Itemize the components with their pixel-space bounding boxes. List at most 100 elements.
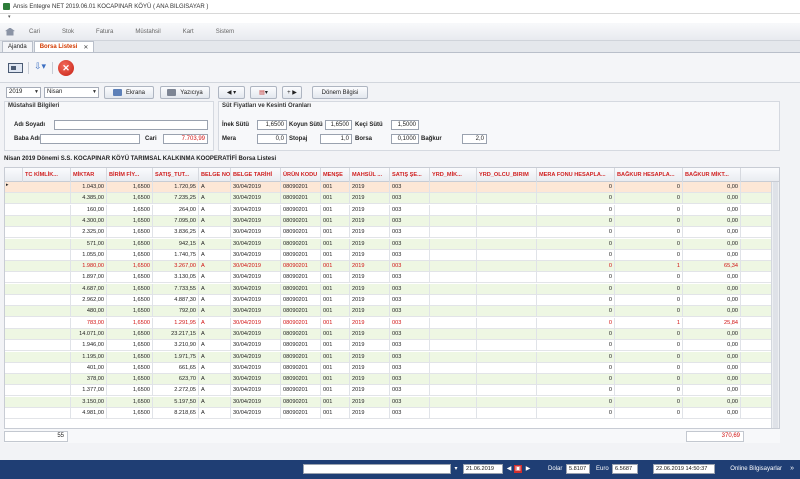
table-cell: 30/04/2019	[231, 215, 281, 227]
column-header[interactable]: MENŞE	[321, 168, 350, 182]
calendar-icon[interactable]: ▣	[514, 465, 522, 473]
next-date-icon[interactable]: ▶	[524, 465, 532, 473]
filter-bar: 2019 ▼ Nisan ▼ Ekrana Yazıcıya ◀ ▾ ▤ ▾ + ▶…	[0, 85, 800, 99]
table-row[interactable]: 160,00 1,6500 264,00 A 30/04/2019 08090201 001…	[5, 204, 773, 216]
column-header[interactable]: MİKTAR	[71, 168, 107, 182]
menu-stok[interactable]: Stok	[62, 29, 74, 35]
card-icon[interactable]	[8, 63, 23, 73]
table-row[interactable]: 2.962,00 1,6500 4.887,30 A 30/04/2019 0809020…	[5, 295, 773, 306]
table-row[interactable]: 401,00 1,6500 661,65 A 30/04/2019 08090201 001…	[5, 362, 773, 374]
column-header[interactable]: BAĞKUR MİKT...	[683, 168, 741, 182]
column-header[interactable]: YRD_MİK...	[430, 168, 477, 182]
scroll-thumb[interactable]	[773, 182, 778, 428]
koyun-sutu-field[interactable]: 1,6500	[325, 120, 352, 130]
table-row[interactable]: 783,00 1,6500 1.291,95 A 30/04/2019 08090201 0…	[5, 317, 773, 329]
column-header[interactable]: BAĞKUR HESAPLA...	[615, 168, 683, 182]
inek-sutu-field[interactable]: 1,6500	[257, 120, 287, 130]
table-cell: 08090201	[281, 340, 321, 352]
download-arrow-icon[interactable]: ⇩▾	[34, 61, 48, 75]
table-cell: 0	[537, 182, 615, 193]
table-row[interactable]: 480,00 1,6500 792,00 A 30/04/2019 08090201 001…	[5, 306, 773, 318]
status-date-field[interactable]: 21.06.2019	[463, 464, 503, 474]
close-icon[interactable]: ✕	[58, 60, 74, 76]
table-row[interactable]: 1.377,00 1,6500 2.272,05 A 30/04/2019 0809020…	[5, 385, 773, 397]
column-header[interactable]: MERA FONU HESAPLA...	[537, 168, 615, 182]
ekrana-button[interactable]: Ekrana	[104, 86, 154, 99]
tab-ajanda[interactable]: Ajanda	[2, 41, 33, 52]
column-header[interactable]: SATIŞ ŞE...	[390, 168, 430, 182]
home-icon[interactable]	[5, 27, 15, 36]
month-select[interactable]: Nisan ▼	[44, 87, 99, 98]
column-header[interactable]: BELGE NO	[199, 168, 231, 182]
column-header[interactable]: MAHSÜL ...	[350, 168, 390, 182]
table-row[interactable]: 3.150,00 1,6500 5.197,50 A 30/04/2019 0809020…	[5, 396, 773, 408]
online-computers[interactable]: Online Bilgisayarlar	[730, 466, 782, 472]
table-cell: 2019	[350, 295, 390, 306]
menu-sistem[interactable]: Sistem	[216, 29, 234, 35]
table-cell: 4.687,00	[71, 283, 107, 295]
table-row[interactable]: 1.195,00 1,6500 1.971,75 A 30/04/2019 0809020…	[5, 351, 773, 363]
tab-borsa-listesi[interactable]: Borsa Listesi ✕	[33, 41, 95, 52]
borsa-field[interactable]: 0,1000	[391, 134, 419, 144]
column-header[interactable]: BİRİM FİY...	[107, 168, 153, 182]
table-row[interactable]: 1.897,00 1,6500 3.130,05 A 30/04/2019 0809020…	[5, 272, 773, 284]
table-cell: 942,15	[153, 238, 199, 250]
prev-button[interactable]: ◀ ▾	[218, 86, 245, 99]
table-row[interactable]: 2.325,00 1,6500 3.836,25 A 30/04/2019 0809020…	[5, 227, 773, 239]
table-cell: 0	[615, 272, 683, 284]
stopaj-field[interactable]: 1,0	[320, 134, 352, 144]
table-row[interactable]: 14.071,00 1,6500 23.217,15 A 30/04/2019 08090…	[5, 328, 773, 340]
prev-date-icon[interactable]: ◀	[505, 465, 513, 473]
table-row[interactable]: 4.300,00 1,6500 7.095,00 A 30/04/2019 0809020…	[5, 215, 773, 227]
year-select[interactable]: 2019 ▼	[6, 87, 41, 98]
table-cell: 30/04/2019	[231, 182, 281, 193]
table-cell: A	[199, 204, 231, 216]
table-cell: 30/04/2019	[231, 238, 281, 250]
adi-soyadi-field[interactable]	[54, 120, 208, 130]
calendar-button[interactable]: ▤ ▾	[250, 86, 277, 99]
status-search-field[interactable]	[303, 464, 451, 474]
close-tab-icon[interactable]: ✕	[83, 44, 88, 51]
vertical-scrollbar[interactable]	[771, 182, 779, 428]
table-row[interactable]: 1.946,00 1,6500 3.210,90 A 30/04/2019 0809020…	[5, 340, 773, 352]
yaziciya-button[interactable]: Yazıcıya	[160, 86, 210, 99]
column-header[interactable]: YRD_OLCU_BIRIM	[477, 168, 537, 182]
menu-kart[interactable]: Kart	[183, 29, 194, 35]
table-row[interactable]: 4.687,00 1,6500 7.733,55 A 30/04/2019 0809020…	[5, 283, 773, 295]
cari-field[interactable]: 7.703,99	[163, 134, 208, 144]
bagkur-field[interactable]: 2,0	[462, 134, 487, 144]
table-cell	[477, 328, 537, 340]
keci-sutu-field[interactable]: 1,5000	[391, 120, 419, 130]
table-cell: 0	[615, 351, 683, 363]
table-cell: 0,00	[683, 193, 741, 205]
column-header[interactable]: BELGE TARİHİ	[231, 168, 281, 182]
table-cell: 0	[615, 249, 683, 261]
borsa-grid[interactable]: TC KİMLİK... MİKTAR BİRİM FİY... SATIŞ_TUT.…	[4, 167, 780, 429]
table-row[interactable]: ▸ 1.043,00 1,6500 1.720,95 A 30/04/2019 080902…	[5, 182, 773, 193]
table-cell: 1,6500	[107, 328, 153, 340]
quick-access-toolbar[interactable]: ▾	[0, 14, 800, 23]
table-row[interactable]: 378,00 1,6500 623,70 A 30/04/2019 08090201 001…	[5, 374, 773, 386]
menu-fatura[interactable]: Fatura	[96, 29, 113, 35]
table-row[interactable]: 4.981,00 1,6500 8.218,65 A 30/04/2019 0809020…	[5, 408, 773, 419]
table-row[interactable]: 1.055,00 1,6500 1.740,75 A 30/04/2019 0809020…	[5, 249, 773, 261]
table-cell: 08090201	[281, 204, 321, 216]
table-cell: 001	[321, 283, 350, 295]
next-button[interactable]: + ▶	[282, 86, 302, 99]
column-header[interactable]: SATIŞ_TUT...	[153, 168, 199, 182]
table-row[interactable]: 4.385,00 1,6500 7.235,25 A 30/04/2019 0809020…	[5, 193, 773, 205]
baba-adi-field[interactable]	[40, 134, 140, 144]
menu-mustahsil[interactable]: Müstahsil	[135, 29, 160, 35]
table-row[interactable]: 1.980,00 1,6500 3.267,00 A 30/04/2019 0809020…	[5, 261, 773, 273]
chevron-down-icon[interactable]: ▾	[452, 465, 460, 473]
chevron-right-icon[interactable]: »	[790, 465, 794, 472]
table-cell: 08090201	[281, 351, 321, 363]
column-header[interactable]: TC KİMLİK...	[23, 168, 71, 182]
table-cell: 2019	[350, 340, 390, 352]
table-cell: 0	[537, 261, 615, 273]
table-row[interactable]: 571,00 1,6500 942,15 A 30/04/2019 08090201 001…	[5, 238, 773, 250]
mera-field[interactable]: 0,0	[257, 134, 287, 144]
column-header[interactable]: ÜRÜN KODU	[281, 168, 321, 182]
menu-cari[interactable]: Cari	[29, 29, 40, 35]
donem-bilgisi-button[interactable]: Dönem Bilgisi	[312, 86, 368, 99]
